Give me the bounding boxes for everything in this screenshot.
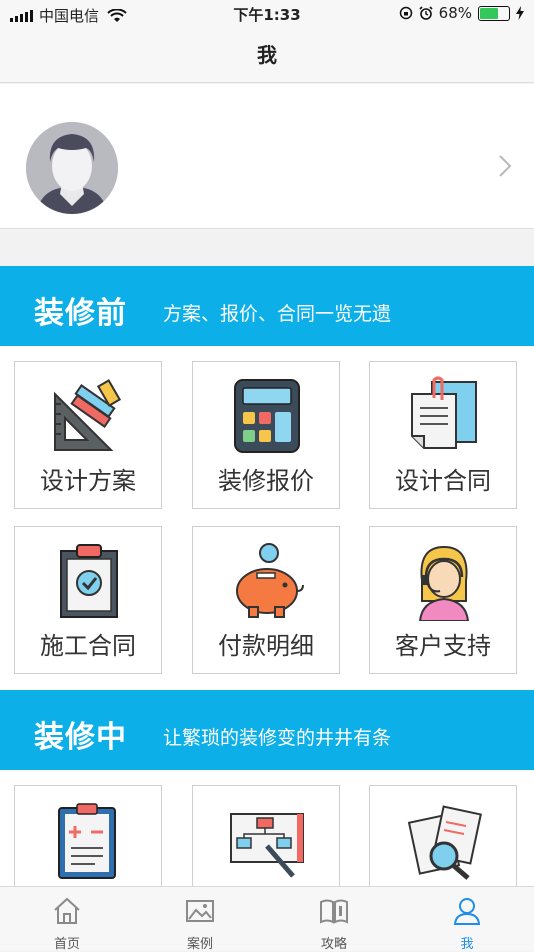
construction-contract-tile[interactable]: 施工合同 bbox=[14, 526, 162, 674]
design-plan-label: 设计方案 bbox=[40, 467, 136, 495]
home-icon bbox=[54, 897, 80, 924]
piggy-bank-icon bbox=[236, 543, 304, 618]
avatar[interactable] bbox=[26, 122, 118, 214]
battery-icon bbox=[478, 5, 510, 21]
payment-details-tile[interactable]: 付款明细 bbox=[192, 526, 340, 674]
calculator-icon bbox=[234, 379, 300, 453]
tab-home-label: 首页 bbox=[53, 937, 80, 952]
renovation-quote-label: 装修报价 bbox=[218, 467, 314, 495]
document-search-icon bbox=[407, 805, 482, 880]
nav-bar: 我 bbox=[0, 28, 534, 83]
support-agent-icon bbox=[418, 545, 470, 621]
image-icon bbox=[186, 900, 214, 922]
tab-cases[interactable]: 案例 bbox=[133, 887, 267, 952]
section-during-subtitle: 让繁琐的装修变的井井有条 bbox=[163, 727, 392, 749]
tab-me-label: 我 bbox=[460, 937, 474, 952]
tab-home[interactable]: 首页 bbox=[0, 887, 134, 952]
customer-support-label: 客户支持 bbox=[395, 632, 491, 660]
status-right: 68% bbox=[399, 4, 524, 22]
payment-details-label: 付款明细 bbox=[218, 632, 314, 660]
rotation-lock-icon bbox=[399, 6, 412, 20]
profile-row[interactable] bbox=[0, 84, 534, 229]
calculation-clipboard-icon bbox=[58, 803, 116, 879]
page-title: 我 bbox=[257, 43, 277, 67]
section-during-title: 装修中 bbox=[34, 720, 127, 755]
section-during-banner: 装修中 让繁琐的装修变的井井有条 bbox=[0, 690, 534, 770]
tab-cases-label: 案例 bbox=[186, 937, 213, 952]
design-contract-tile[interactable]: 设计合同 bbox=[369, 361, 517, 509]
design-contract-label: 设计合同 bbox=[395, 467, 491, 495]
chevron-right-icon[interactable] bbox=[498, 154, 512, 178]
clipboard-check-icon bbox=[60, 544, 118, 618]
design-plan-icon bbox=[54, 379, 122, 451]
charging-icon bbox=[516, 6, 524, 20]
tab-guides-label: 攻略 bbox=[320, 937, 347, 952]
tab-bar: 首页 案例 攻略 我 bbox=[0, 886, 534, 952]
avatar-person-icon bbox=[26, 122, 118, 214]
tab-guides[interactable]: 攻略 bbox=[267, 887, 401, 952]
flowchart-board-icon bbox=[230, 813, 304, 878]
book-icon bbox=[320, 899, 348, 924]
battery-percent: 68% bbox=[438, 4, 472, 22]
section-before-banner: 装修前 方案、报价、合同一览无遗 bbox=[0, 266, 534, 346]
construction-contract-label: 施工合同 bbox=[40, 632, 136, 660]
renovation-quote-tile[interactable]: 装修报价 bbox=[192, 361, 340, 509]
customer-support-tile[interactable]: 客户支持 bbox=[369, 526, 517, 674]
section-before-title: 装修前 bbox=[34, 296, 127, 331]
tab-me[interactable]: 我 bbox=[400, 887, 534, 952]
design-plan-tile[interactable]: 设计方案 bbox=[14, 361, 162, 509]
alarm-icon bbox=[419, 6, 433, 20]
section-before-subtitle: 方案、报价、合同一览无遗 bbox=[163, 303, 392, 325]
status-bar: 中国电信 下午1:33 68% bbox=[0, 0, 534, 28]
contract-document-icon bbox=[411, 376, 477, 449]
battery-fill bbox=[480, 7, 498, 19]
user-icon bbox=[453, 898, 481, 925]
